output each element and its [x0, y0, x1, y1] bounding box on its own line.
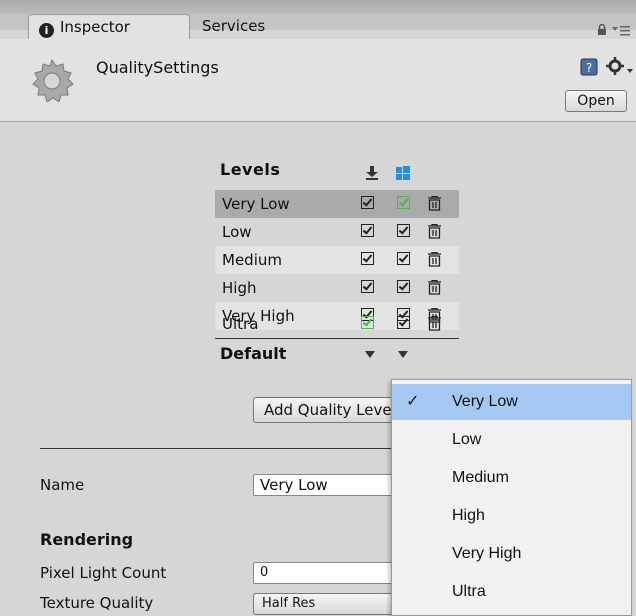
default-dropdown-arrow[interactable]	[365, 351, 375, 358]
checkbox[interactable]	[397, 316, 410, 329]
info-icon: i	[39, 23, 54, 38]
trash-icon[interactable]	[427, 280, 442, 295]
tab-services-label: Services	[202, 17, 266, 35]
level-label: Medium	[222, 251, 282, 269]
checkmark-icon: ✓	[406, 393, 420, 410]
checkbox[interactable]	[397, 280, 410, 293]
quality-level-dropdown-menu: ✓ Very Low Low Medium High Very High Ult…	[391, 379, 632, 616]
trash-icon[interactable]	[427, 196, 442, 211]
checkbox[interactable]	[397, 224, 410, 237]
tab-bar: i Inspector Services	[0, 0, 636, 39]
separator	[40, 448, 400, 449]
tab-services[interactable]: Services	[192, 14, 322, 39]
dropdown-item-high[interactable]: High	[392, 498, 631, 534]
rendering-heading: Rendering	[40, 530, 134, 549]
level-row[interactable]: Very Low	[215, 190, 459, 218]
dropdown-item-label: High	[452, 507, 485, 524]
dropdown-item-label: Ultra	[452, 583, 486, 600]
default-label: Default	[220, 344, 287, 363]
checkbox[interactable]	[361, 196, 374, 209]
texture-quality-dropdown[interactable]: Half Res	[253, 593, 398, 615]
level-label: High	[222, 279, 257, 297]
divider	[215, 338, 459, 339]
checkbox[interactable]	[361, 224, 374, 237]
level-label: Low	[222, 223, 252, 241]
gear-icon[interactable]	[606, 57, 634, 77]
pixel-light-count-field[interactable]: 0	[253, 562, 398, 584]
level-row[interactable]: Low	[215, 218, 459, 246]
dropdown-item-very-high[interactable]: Very High	[392, 536, 631, 572]
default-dropdown-arrow[interactable]	[398, 351, 408, 358]
help-icon[interactable]: ?	[580, 58, 598, 76]
name-label: Name	[40, 476, 85, 494]
name-field[interactable]: Very Low	[253, 474, 398, 496]
dropdown-item-medium[interactable]: Medium	[392, 460, 631, 496]
texture-quality-label: Texture Quality	[40, 594, 154, 612]
add-quality-level-button[interactable]: Add Quality Level	[253, 397, 401, 423]
level-label: Ultra	[222, 315, 259, 333]
windows-icon	[396, 166, 410, 180]
dropdown-item-very-low[interactable]: ✓ Very Low	[392, 384, 631, 420]
trash-icon[interactable]	[427, 224, 442, 239]
tab-menu-icon[interactable]	[612, 24, 632, 36]
pixel-light-count-label: Pixel Light Count	[40, 564, 167, 582]
svg-text:?: ?	[586, 61, 592, 75]
trash-icon[interactable]	[427, 316, 442, 331]
tab-inspector[interactable]: i Inspector	[28, 14, 190, 39]
tab-inspector-label: Inspector	[60, 18, 130, 36]
level-row[interactable]: Ultra	[215, 310, 459, 338]
inspector-header	[0, 39, 636, 122]
open-button[interactable]: Open	[565, 90, 627, 112]
checkbox[interactable]	[361, 252, 374, 265]
level-row[interactable]: High	[215, 274, 459, 302]
dropdown-item-label: Very Low	[452, 393, 518, 410]
level-row[interactable]: Medium	[215, 246, 459, 274]
level-label: Very Low	[222, 195, 290, 213]
trash-icon[interactable]	[427, 252, 442, 267]
checkbox[interactable]	[397, 252, 410, 265]
levels-header: Levels	[220, 160, 281, 179]
checkbox[interactable]	[361, 280, 374, 293]
lock-icon[interactable]	[596, 24, 608, 36]
checkbox[interactable]	[361, 316, 374, 329]
dropdown-item-low[interactable]: Low	[392, 422, 631, 458]
download-icon	[366, 166, 378, 180]
dropdown-item-label: Medium	[452, 469, 509, 486]
dropdown-item-label: Very High	[452, 545, 522, 562]
page-title: QualitySettings	[96, 58, 219, 77]
dropdown-item-ultra[interactable]: Ultra	[392, 574, 631, 610]
dropdown-item-label: Low	[452, 431, 482, 448]
settings-asset-icon	[32, 58, 74, 102]
checkbox[interactable]	[397, 196, 410, 209]
